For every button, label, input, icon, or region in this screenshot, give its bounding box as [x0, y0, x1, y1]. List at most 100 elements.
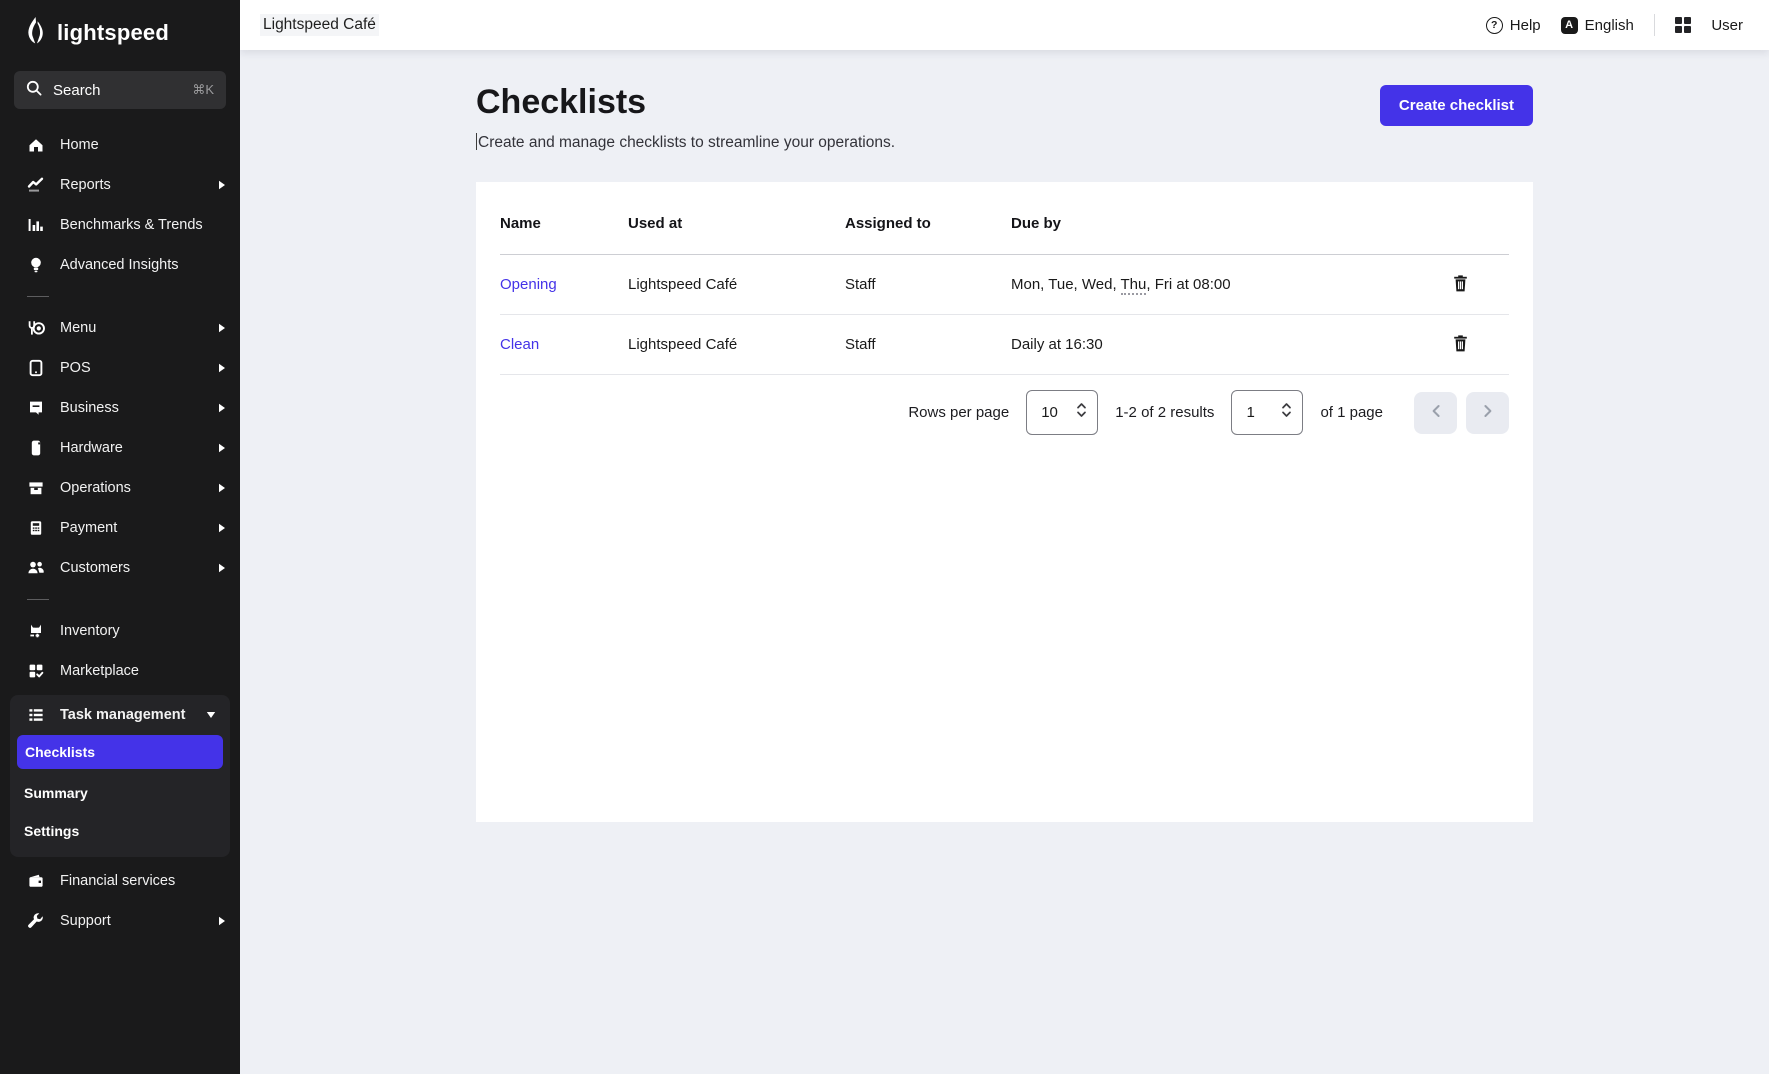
page-subtitle: Create and manage checklists to streamli… — [476, 133, 895, 152]
trash-icon — [1453, 275, 1468, 295]
task-management-icon — [27, 706, 45, 724]
search-placeholder: Search — [53, 82, 181, 99]
business-icon — [27, 399, 45, 417]
sidebar-item-label: Home — [60, 137, 226, 153]
column-header-used-at: Used at — [628, 215, 845, 232]
page-count-label: of 1 page — [1320, 404, 1383, 421]
sidebar-item-pos[interactable]: POS — [0, 348, 240, 388]
wallet-icon — [27, 872, 45, 890]
lightspeed-flame-icon — [24, 16, 48, 49]
business-name: Lightspeed Café — [260, 14, 379, 36]
sidebar-item-label: Benchmarks & Trends — [60, 217, 226, 233]
delete-checklist-button[interactable] — [1451, 273, 1470, 297]
topbar-divider — [1654, 14, 1655, 36]
previous-page-button[interactable] — [1414, 392, 1457, 434]
chevron-right-icon — [218, 443, 226, 453]
sidebar-item-home[interactable]: Home — [0, 125, 240, 165]
sidebar-item-label: Reports — [60, 177, 203, 193]
inventory-icon — [27, 622, 45, 640]
stepper-icon — [1076, 401, 1087, 424]
help-button[interactable]: ? Help — [1486, 17, 1541, 34]
operations-icon — [27, 479, 45, 497]
pagination: Rows per page 10 1-2 of 2 results 1 of 1… — [500, 375, 1509, 450]
sidebar-item-support[interactable]: Support — [0, 901, 240, 941]
used-at-cell: Lightspeed Café — [628, 336, 845, 353]
search-input[interactable]: Search ⌘K — [14, 71, 226, 109]
create-checklist-button[interactable]: Create checklist — [1380, 85, 1533, 126]
assigned-to-cell: Staff — [845, 336, 1011, 353]
checklists-card: Name Used at Assigned to Due by Opening … — [476, 182, 1533, 822]
menu-icon — [27, 319, 45, 337]
sidebar-item-label: Advanced Insights — [60, 257, 226, 273]
next-page-button[interactable] — [1466, 392, 1509, 434]
sidebar-item-hardware[interactable]: Hardware — [0, 428, 240, 468]
sidebar-item-label: Payment — [60, 520, 203, 536]
chevron-right-icon — [218, 483, 226, 493]
sidebar-item-label: Task management — [60, 707, 191, 723]
insights-icon — [27, 256, 45, 274]
checklists-table: Name Used at Assigned to Due by Opening … — [500, 182, 1509, 450]
reports-icon — [27, 176, 45, 194]
sidebar-item-payment[interactable]: Payment — [0, 508, 240, 548]
rows-per-page-label: Rows per page — [908, 404, 1009, 421]
chevron-right-icon — [218, 563, 226, 573]
chevron-right-icon — [218, 916, 226, 926]
sidebar-subitem-checklists[interactable]: Checklists — [17, 735, 223, 769]
page-number-select[interactable]: 1 — [1231, 390, 1303, 435]
main-content: Checklists Create and manage checklists … — [240, 50, 1769, 1074]
sidebar-item-business[interactable]: Business — [0, 388, 240, 428]
sidebar-subitem-settings[interactable]: Settings — [10, 813, 230, 849]
sidebar-item-task-management[interactable]: Task management — [10, 695, 230, 735]
sidebar-item-advanced-insights[interactable]: Advanced Insights — [0, 245, 240, 285]
checklist-link-opening[interactable]: Opening — [500, 276, 557, 293]
table-row: Opening Lightspeed Café Staff Mon, Tue, … — [500, 255, 1509, 315]
task-management-group: Task management Checklists Summary Setti… — [10, 695, 230, 857]
topbar: Lightspeed Café ? Help A English User — [240, 0, 1769, 50]
assigned-to-cell: Staff — [845, 276, 1011, 293]
sidebar-item-label: Financial services — [60, 873, 226, 889]
language-icon: A — [1561, 17, 1578, 34]
sidebar-item-label: Customers — [60, 560, 203, 576]
page-title: Checklists — [476, 83, 895, 122]
benchmarks-icon — [27, 216, 45, 234]
home-icon — [27, 136, 45, 154]
table-row: Clean Lightspeed Café Staff Daily at 16:… — [500, 315, 1509, 375]
hardware-icon — [27, 439, 45, 457]
chevron-left-icon — [1431, 404, 1441, 421]
chevron-right-icon — [218, 363, 226, 373]
sidebar-item-label: Support — [60, 913, 203, 929]
language-button[interactable]: A English — [1561, 17, 1634, 34]
sidebar-item-label: POS — [60, 360, 203, 376]
sidebar-item-label: Marketplace — [60, 663, 226, 679]
results-count: 1-2 of 2 results — [1115, 404, 1214, 421]
sidebar-item-financial-services[interactable]: Financial services — [0, 861, 240, 901]
sidebar-item-menu[interactable]: Menu — [0, 308, 240, 348]
sidebar-item-reports[interactable]: Reports — [0, 165, 240, 205]
customers-icon — [27, 559, 45, 577]
sidebar-nav: Home Reports Benchmarks & Trends Advance… — [0, 125, 240, 1074]
chevron-right-icon — [218, 180, 226, 190]
stepper-icon — [1281, 401, 1292, 424]
sidebar-item-customers[interactable]: Customers — [0, 548, 240, 588]
rows-per-page-select[interactable]: 10 — [1026, 390, 1098, 435]
checklist-link-clean[interactable]: Clean — [500, 336, 539, 353]
column-header-due-by: Due by — [1011, 215, 1451, 232]
sidebar-divider — [27, 296, 49, 297]
sidebar-divider — [27, 599, 49, 600]
help-icon: ? — [1486, 17, 1503, 34]
sidebar-item-label: Business — [60, 400, 203, 416]
sidebar-item-marketplace[interactable]: Marketplace — [0, 651, 240, 691]
delete-checklist-button[interactable] — [1451, 333, 1470, 357]
text-caret — [476, 133, 477, 150]
sidebar-item-operations[interactable]: Operations — [0, 468, 240, 508]
marketplace-icon — [27, 662, 45, 680]
sidebar-subitem-summary[interactable]: Summary — [10, 775, 230, 811]
used-at-cell: Lightspeed Café — [628, 276, 845, 293]
app-switcher-icon[interactable] — [1675, 17, 1692, 34]
chevron-right-icon — [218, 403, 226, 413]
user-menu[interactable]: User — [1711, 17, 1743, 34]
sidebar-item-benchmarks-trends[interactable]: Benchmarks & Trends — [0, 205, 240, 245]
sidebar-item-label: Inventory — [60, 623, 226, 639]
sidebar-item-inventory[interactable]: Inventory — [0, 611, 240, 651]
lightspeed-logo[interactable]: lightspeed — [0, 0, 240, 63]
